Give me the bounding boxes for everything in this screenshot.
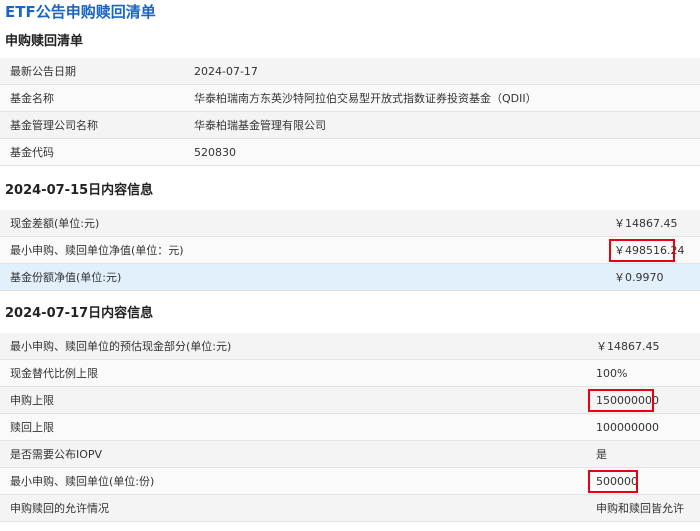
row-value: 100000000 [596,421,659,434]
table-row: 基金份额净值(单位:元) ￥0.9970 [0,264,700,291]
row-label: 最小申购、赎回单位的预估现金部分(单位:元) [10,340,232,353]
table-row: 现金替代比例上限 100% [0,360,700,387]
highlight-box [588,470,638,493]
fund-info-table: 最新公告日期 2024-07-17 基金名称 华泰柏瑞南方东英沙特阿拉伯交易型开… [0,58,700,166]
row-label: 基金名称 [10,92,54,105]
table-row: 基金管理公司名称 华泰柏瑞基金管理有限公司 [0,112,700,139]
highlight-box [609,239,675,262]
table-row: 现金差额(单位:元) ￥14867.45 [0,210,700,237]
row-label: 基金代码 [10,146,54,159]
row-label: 最新公告日期 [10,65,76,78]
row-value: 100% [596,367,628,380]
row-value: 2024-07-17 [194,65,258,78]
content-0717-table: 最小申购、赎回单位的预估现金部分(单位:元) ￥14867.45 现金替代比例上… [0,333,700,522]
row-value: 是 [596,448,607,461]
row-label: 现金替代比例上限 [10,367,98,380]
page-title: ETF公告申购赎回清单 [5,3,156,21]
row-value: ￥14867.45 [614,217,678,230]
table-row: 最小申购、赎回单位的预估现金部分(单位:元) ￥14867.45 [0,333,700,360]
table-row: 赎回上限 100000000 [0,414,700,441]
row-label: 申购赎回的允许情况 [10,502,109,515]
row-value: ￥0.9970 [614,271,664,284]
section-title-0715: 2024-07-15日内容信息 [5,183,154,198]
section-title-list: 申购赎回清单 [5,34,84,49]
table-row: 申购上限 150000000 [0,387,700,414]
table-row: 基金名称 华泰柏瑞南方东英沙特阿拉伯交易型开放式指数证券投资基金（QDII） [0,85,700,112]
row-label: 最小申购、赎回单位净值(单位：元) [10,244,184,257]
table-row: 基金代码 520830 [0,139,700,166]
table-row: 最小申购、赎回单位(单位:份) 500000 [0,468,700,495]
row-label: 基金管理公司名称 [10,119,98,132]
row-label: 最小申购、赎回单位(单位:份) [10,475,155,488]
content-0715-table: 现金差额(单位:元) ￥14867.45 最小申购、赎回单位净值(单位：元) ￥… [0,210,700,291]
table-row: 申购赎回的允许情况 申购和赎回皆允许 [0,495,700,522]
table-row: 最小申购、赎回单位净值(单位：元) ￥498516.24 [0,237,700,264]
row-value: ￥14867.45 [596,340,660,353]
row-label: 基金份额净值(单位:元) [10,271,122,284]
row-value: 华泰柏瑞南方东英沙特阿拉伯交易型开放式指数证券投资基金（QDII） [194,92,537,105]
table-row: 是否需要公布IOPV 是 [0,441,700,468]
row-value: 申购和赎回皆允许 [596,502,684,515]
row-label: 赎回上限 [10,421,54,434]
row-value: 华泰柏瑞基金管理有限公司 [194,119,326,132]
row-label: 是否需要公布IOPV [10,448,103,461]
row-value: 520830 [194,146,236,159]
highlight-box [588,389,654,412]
row-label: 现金差额(单位:元) [10,217,100,230]
section-title-0717: 2024-07-17日内容信息 [5,306,154,321]
row-label: 申购上限 [10,394,54,407]
table-row: 最新公告日期 2024-07-17 [0,58,700,85]
